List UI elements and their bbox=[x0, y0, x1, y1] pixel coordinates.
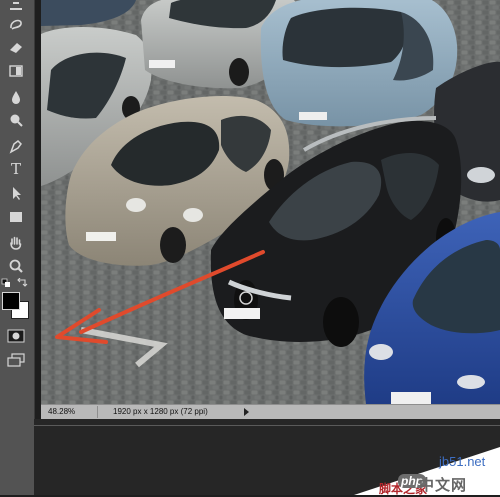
status-bar: 48.28% 1920 px x 1280 px (72 ppi) bbox=[41, 404, 500, 419]
photoshop-window: T 48.28% 1920 px x 1280 px (72 ppi) jb51… bbox=[0, 0, 500, 496]
pen-icon[interactable] bbox=[5, 136, 27, 156]
rectangle-icon[interactable] bbox=[5, 207, 27, 227]
screen-mode-icon[interactable] bbox=[5, 350, 27, 370]
tools-panel: T bbox=[0, 0, 35, 495]
default-colors-icon[interactable] bbox=[0, 277, 12, 289]
canvas-photo bbox=[41, 0, 500, 404]
watermark-site-cn: 中文网 bbox=[419, 476, 468, 494]
eraser-icon[interactable] bbox=[5, 37, 27, 57]
watermark-site: jb51.net bbox=[439, 454, 486, 469]
quick-mask-icon[interactable] bbox=[5, 326, 27, 346]
gradient-icon[interactable] bbox=[5, 61, 27, 81]
blur-drop-icon[interactable] bbox=[5, 87, 27, 107]
swap-colors-icon[interactable] bbox=[15, 277, 29, 289]
dodge-icon[interactable] bbox=[5, 110, 27, 130]
status-separator bbox=[97, 406, 98, 418]
document-canvas[interactable] bbox=[41, 0, 500, 404]
zoom-level-field[interactable]: 48.28% bbox=[48, 407, 75, 416]
watermark: jb51.net php 中文网 脚本之家 bbox=[354, 447, 500, 496]
lasso-icon[interactable] bbox=[5, 14, 27, 34]
panel-divider bbox=[34, 425, 500, 426]
type-icon[interactable]: T bbox=[5, 159, 27, 179]
status-menu-arrow-icon[interactable] bbox=[244, 408, 249, 416]
document-info: 1920 px x 1280 px (72 ppi) bbox=[113, 407, 208, 416]
zoom-icon[interactable] bbox=[5, 256, 27, 276]
foreground-color-swatch[interactable] bbox=[2, 292, 20, 310]
path-select-icon[interactable] bbox=[5, 183, 27, 203]
hand-icon[interactable] bbox=[5, 233, 27, 253]
